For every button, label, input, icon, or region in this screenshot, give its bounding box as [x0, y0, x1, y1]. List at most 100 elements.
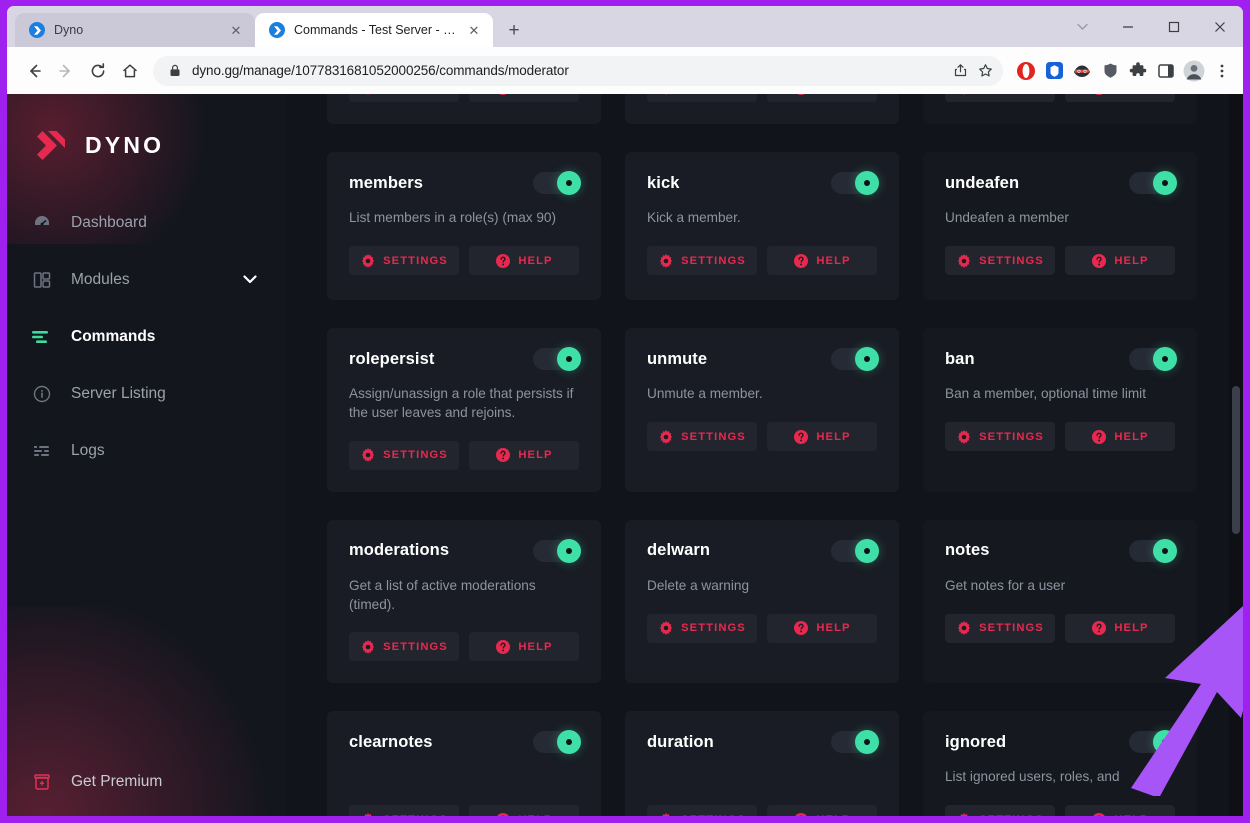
- command-enable-toggle[interactable]: [831, 538, 879, 563]
- help-button[interactable]: HELP: [767, 613, 877, 643]
- help-button[interactable]: HELP: [1065, 422, 1175, 451]
- bitwarden-icon[interactable]: [1097, 58, 1123, 84]
- settings-button[interactable]: SETTINGS: [647, 94, 757, 102]
- share-icon[interactable]: [952, 63, 968, 79]
- help-button[interactable]: HELP: [767, 805, 877, 816]
- help-button-label: HELP: [518, 449, 553, 462]
- onepassword-icon[interactable]: [1041, 58, 1067, 84]
- minimize-button[interactable]: [1105, 6, 1151, 47]
- settings-button[interactable]: SETTINGS: [349, 440, 459, 470]
- settings-button[interactable]: SETTINGS: [945, 422, 1055, 451]
- help-button[interactable]: HELP: [767, 422, 877, 451]
- close-icon[interactable]: ✕: [465, 21, 483, 39]
- sidebar-item-modules[interactable]: Modules: [7, 251, 285, 308]
- settings-button[interactable]: SETTINGS: [945, 613, 1055, 643]
- help-button[interactable]: HELP: [469, 440, 579, 470]
- command-description: [349, 767, 579, 787]
- gear-icon: [956, 621, 971, 636]
- command-enable-toggle[interactable]: [533, 538, 581, 563]
- settings-button[interactable]: SETTINGS: [945, 805, 1055, 816]
- command-enable-toggle[interactable]: [533, 730, 581, 755]
- window-controls: [1059, 6, 1243, 47]
- sidebar-item-label: Modules: [71, 270, 130, 288]
- opera-icon[interactable]: [1013, 58, 1039, 84]
- toggle-knob: [557, 538, 581, 563]
- settings-button[interactable]: SETTINGS: [647, 613, 757, 643]
- help-button[interactable]: HELP: [1065, 805, 1175, 816]
- close-icon[interactable]: ✕: [227, 21, 245, 39]
- settings-button[interactable]: SETTINGS: [647, 805, 757, 816]
- sidepanel-icon[interactable]: [1153, 58, 1179, 84]
- command-enable-toggle[interactable]: [533, 347, 581, 371]
- settings-button[interactable]: SETTINGS: [945, 94, 1055, 102]
- help-button[interactable]: HELP: [767, 94, 877, 102]
- browser-tab-2-title: Commands - Test Server - Dyno: [294, 23, 456, 37]
- settings-button[interactable]: SETTINGS: [349, 246, 459, 275]
- gear-icon: [360, 639, 375, 654]
- command-enable-toggle[interactable]: [831, 171, 879, 195]
- maximize-button[interactable]: [1151, 6, 1197, 47]
- question-circle-icon: [793, 429, 808, 444]
- home-icon[interactable]: [115, 56, 145, 86]
- sidebar-item-label: Commands: [71, 327, 156, 345]
- help-button[interactable]: HELP: [767, 246, 877, 275]
- tab-search-icon[interactable]: [1059, 6, 1105, 47]
- settings-button[interactable]: SETTINGS: [945, 246, 1055, 275]
- command-enable-toggle[interactable]: [533, 171, 581, 195]
- back-icon[interactable]: [19, 56, 49, 86]
- command-enable-toggle[interactable]: [1129, 347, 1177, 371]
- page-scrollbar[interactable]: [1229, 94, 1243, 816]
- help-button[interactable]: HELP: [469, 94, 579, 102]
- command-name: delwarn: [647, 541, 711, 560]
- settings-button[interactable]: SETTINGS: [349, 632, 459, 662]
- new-tab-button[interactable]: +: [500, 16, 528, 44]
- browser-tab-2[interactable]: Commands - Test Server - Dyno ✕: [255, 13, 493, 47]
- command-enable-toggle[interactable]: [831, 347, 879, 371]
- chrome-menu-icon[interactable]: [1209, 58, 1235, 84]
- settings-button[interactable]: SETTINGS: [647, 422, 757, 451]
- brand-logo[interactable]: DYNO: [7, 94, 285, 172]
- question-circle-icon: [793, 94, 808, 95]
- profile-avatar[interactable]: [1181, 58, 1207, 84]
- help-button[interactable]: HELP: [469, 632, 579, 662]
- toggle-knob: [1153, 538, 1177, 563]
- chevron-down-icon[interactable]: [243, 273, 257, 287]
- command-card-header: moderations: [349, 538, 581, 563]
- command-enable-toggle[interactable]: [831, 730, 879, 755]
- command-enable-toggle[interactable]: [1129, 538, 1177, 563]
- help-button[interactable]: HELP: [1065, 613, 1175, 643]
- sidebar-item-server-listing[interactable]: Server Listing: [7, 365, 285, 422]
- dyno-dashboard-page: DYNO Dashboard Modules Commands Server L…: [7, 94, 1243, 816]
- sidebar-item-logs[interactable]: Logs: [7, 422, 285, 479]
- star-icon[interactable]: [977, 63, 993, 79]
- question-circle-icon: [1091, 253, 1106, 268]
- sidebar-item-dashboard[interactable]: Dashboard: [7, 194, 285, 251]
- command-name: undeafen: [945, 173, 1020, 192]
- command-enable-toggle[interactable]: [1129, 730, 1177, 755]
- close-button[interactable]: [1197, 6, 1243, 47]
- settings-button[interactable]: SETTINGS: [349, 94, 459, 102]
- command-enable-toggle[interactable]: [1129, 171, 1177, 195]
- sidebar-item-commands[interactable]: Commands: [7, 308, 285, 365]
- gear-icon: [658, 94, 673, 95]
- command-card-grid: SETTINGSHELPSETTINGSHELPuser.SETTINGSHEL…: [317, 94, 1207, 816]
- help-button[interactable]: HELP: [1065, 94, 1175, 102]
- settings-button-label: SETTINGS: [979, 622, 1044, 635]
- help-button[interactable]: HELP: [469, 246, 579, 275]
- help-button[interactable]: HELP: [469, 805, 579, 816]
- ninja-icon[interactable]: [1069, 58, 1095, 84]
- toggle-knob: [1153, 347, 1177, 371]
- scrollbar-thumb[interactable]: [1232, 386, 1240, 534]
- gear-icon: [956, 253, 971, 268]
- browser-tab-1[interactable]: Dyno ✕: [15, 13, 255, 47]
- question-circle-icon: [495, 448, 510, 463]
- puzzle-icon[interactable]: [1125, 58, 1151, 84]
- get-premium-button[interactable]: Get Premium: [7, 756, 285, 808]
- settings-button[interactable]: SETTINGS: [647, 246, 757, 275]
- help-button[interactable]: HELP: [1065, 246, 1175, 275]
- browser-window: Dyno ✕ Commands - Test Server - Dyno ✕ +: [7, 6, 1243, 816]
- reload-icon[interactable]: [83, 56, 113, 86]
- settings-button[interactable]: SETTINGS: [349, 805, 459, 816]
- address-bar[interactable]: dyno.gg/manage/1077831681052000256/comma…: [153, 55, 1003, 86]
- command-description: Unmute a member.: [647, 386, 763, 401]
